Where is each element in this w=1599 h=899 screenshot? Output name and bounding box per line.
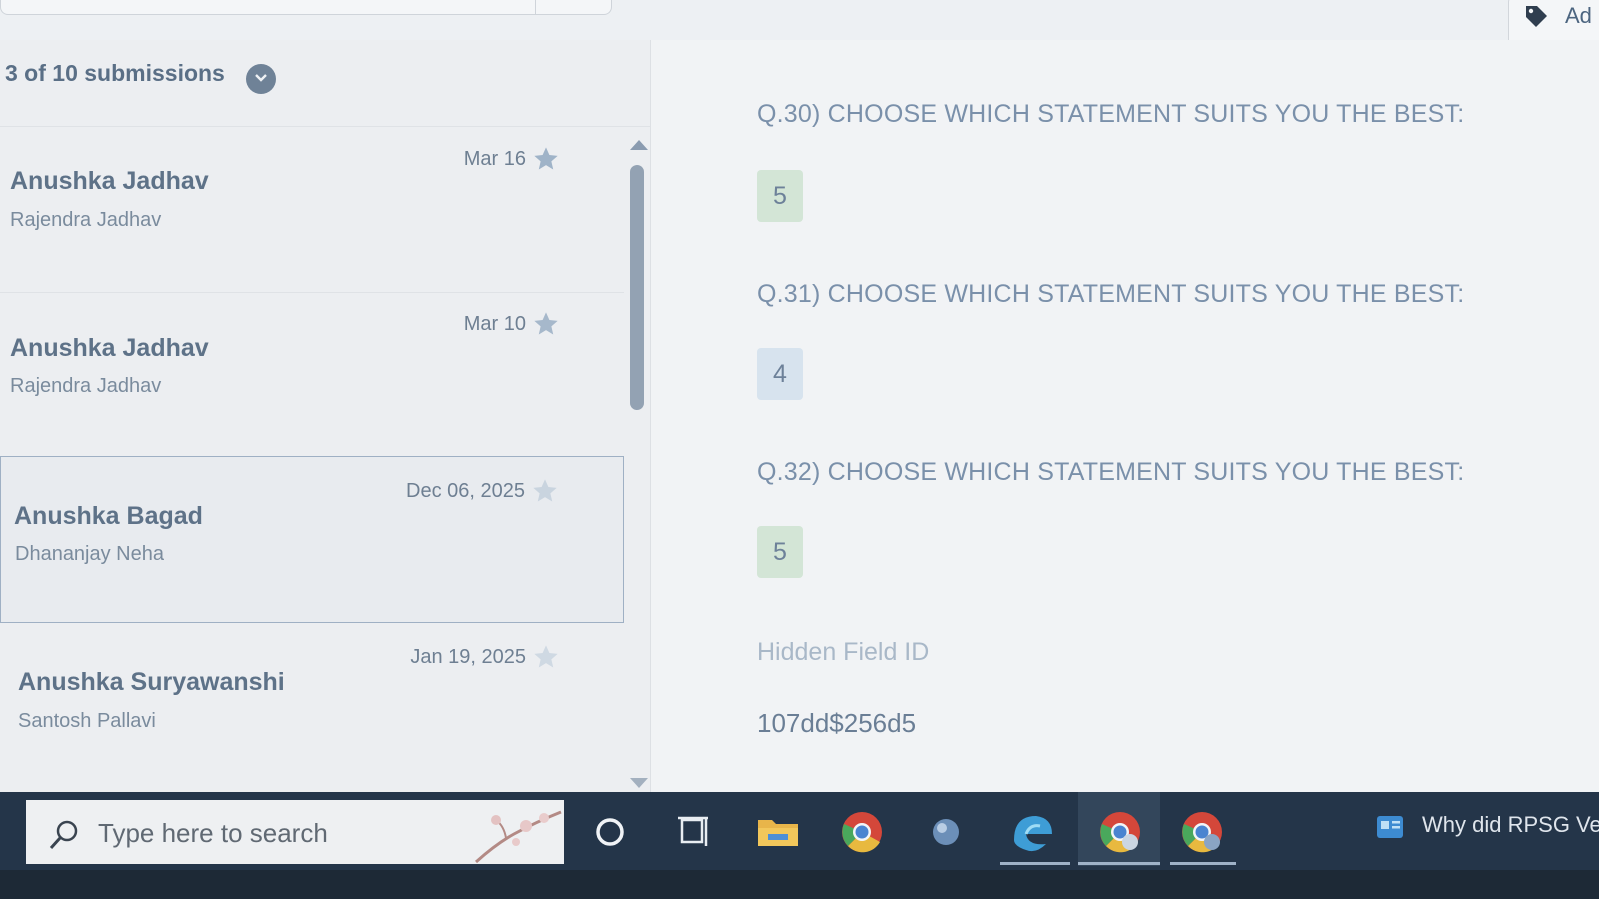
search-icon [49, 820, 78, 850]
submission-date: Jan 19, 2025 [410, 646, 526, 668]
star-icon[interactable] [532, 310, 560, 338]
chevron-down-icon [255, 74, 267, 82]
answer-value: 5 [757, 170, 803, 222]
answer-value: 5 [757, 526, 803, 578]
hidden-field-label: Hidden Field ID [757, 638, 930, 666]
submission-date: Mar 16 [463, 148, 526, 170]
submission-detail: Q.30) CHOOSE WHICH STATEMENT SUITS YOU T… [651, 40, 1599, 792]
search-input[interactable] [96, 812, 430, 854]
scroll-down-arrow[interactable] [630, 778, 648, 788]
chrome-profile-icon[interactable] [1094, 806, 1146, 858]
edge-icon[interactable] [1006, 806, 1058, 858]
taskbar: Why did RPSG Ver [0, 792, 1599, 899]
hidden-field-value: 107dd$256d5 [757, 708, 917, 738]
news-headline[interactable]: Why did RPSG Ver [1422, 812, 1599, 838]
submission-item[interactable]: Jan 19, 2025 Anushka Suryawanshi Santosh… [0, 624, 624, 789]
submission-date: Mar 10 [463, 313, 526, 335]
answer-value: 4 [757, 348, 803, 400]
scrollbar-thumb[interactable] [630, 165, 644, 410]
taskbar-search[interactable] [26, 800, 564, 864]
submission-name: Anushka Bagad [14, 502, 203, 530]
star-icon[interactable] [532, 145, 560, 173]
file-explorer-icon[interactable] [752, 806, 804, 858]
question-label: Q.32) CHOOSE WHICH STATEMENT SUITS YOU T… [757, 458, 1465, 486]
submission-item-selected[interactable]: Dec 06, 2025 Anushka Bagad Dhananjay Neh… [0, 456, 624, 623]
submission-subtitle: Rajendra Jadhav [10, 375, 162, 397]
running-indicator [1170, 862, 1236, 865]
star-icon[interactable] [532, 643, 560, 671]
running-indicator [1000, 862, 1070, 865]
submissions-count: 3 of 10 submissions [5, 60, 225, 86]
submission-date: Dec 06, 2025 [406, 480, 525, 502]
taskbar-edge [0, 870, 1599, 899]
submission-name: Anushka Suryawanshi [18, 668, 285, 696]
submissions-panel: 3 of 10 submissions Mar 16 Anushka Jadha… [0, 40, 651, 792]
submission-subtitle: Santosh Pallavi [18, 710, 156, 732]
top-search-field[interactable] [0, 0, 612, 15]
news-icon[interactable] [1375, 810, 1409, 844]
question-label: Q.31) CHOOSE WHICH STATEMENT SUITS YOU T… [757, 280, 1465, 308]
submission-subtitle: Rajendra Jadhav [10, 209, 162, 231]
tag-icon [1526, 6, 1547, 27]
chrome-icon[interactable] [836, 806, 888, 858]
submission-item[interactable]: Mar 16 Anushka Jadhav Rajendra Jadhav [0, 127, 624, 292]
top-bar: Ad [0, 0, 1599, 48]
chrome-profile2-icon[interactable] [1176, 806, 1228, 858]
scroll-up-arrow[interactable] [630, 140, 648, 150]
submissions-dropdown[interactable] [246, 64, 276, 94]
submission-name: Anushka Jadhav [10, 167, 209, 195]
question-label: Q.30) CHOOSE WHICH STATEMENT SUITS YOU T… [757, 100, 1465, 128]
add-button-label: Ad [1565, 3, 1592, 28]
running-indicator [1078, 862, 1160, 865]
submission-item[interactable]: Mar 10 Anushka Jadhav Rajendra Jadhav [0, 293, 624, 458]
task-view-icon[interactable] [668, 806, 720, 858]
submission-subtitle: Dhananjay Neha [15, 543, 164, 565]
star-icon[interactable] [531, 477, 559, 505]
app-orb-icon[interactable] [920, 806, 972, 858]
submission-name: Anushka Jadhav [10, 334, 209, 362]
top-field-divider [535, 0, 536, 14]
blossom-decoration-icon [474, 810, 562, 864]
cortana-icon[interactable] [584, 806, 636, 858]
